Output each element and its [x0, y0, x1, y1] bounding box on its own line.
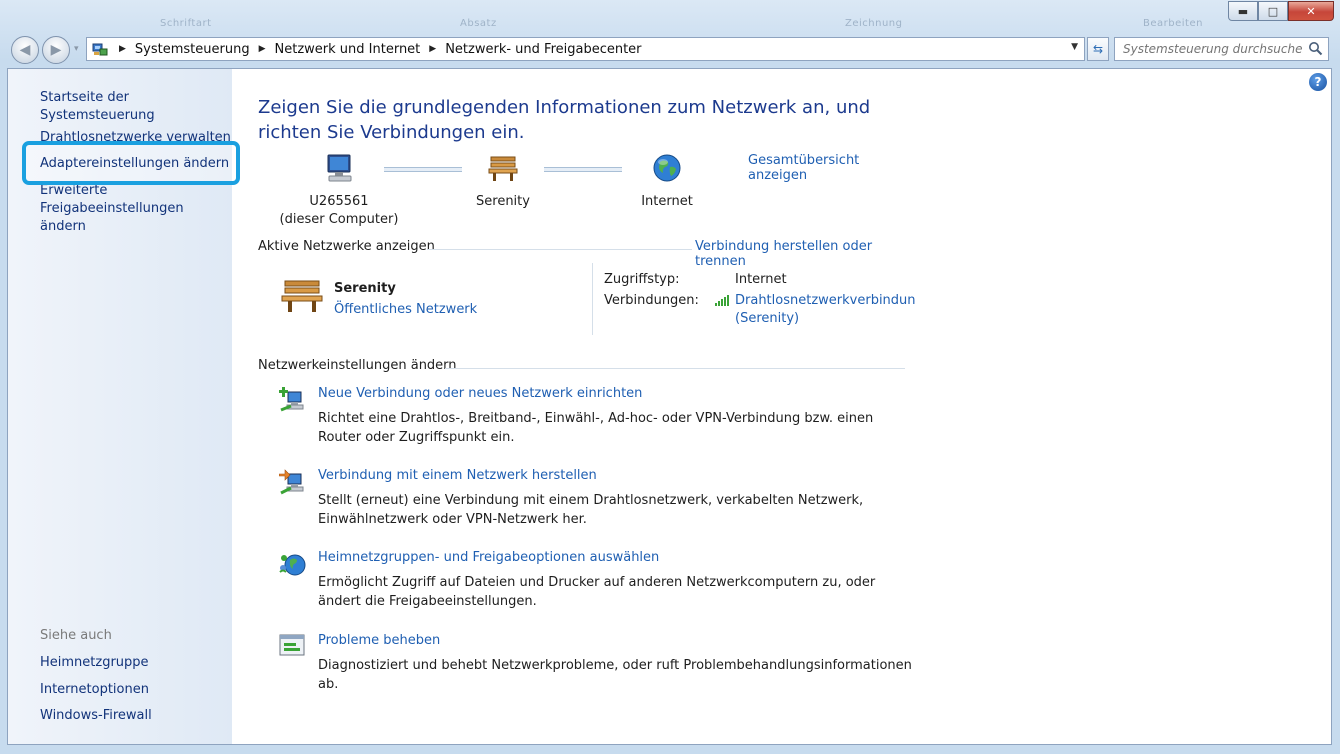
window-controls: ▬ □ ✕ — [1228, 1, 1334, 21]
access-type-label: Zugriffstyp: — [604, 272, 680, 287]
map-internet: Internet — [627, 153, 707, 211]
help-button[interactable]: ? — [1309, 73, 1327, 91]
network-name: Serenity — [476, 194, 530, 209]
task-new-connection-link[interactable]: Neue Verbindung oder neues Netzwerk einr… — [318, 386, 642, 401]
ghost-menu-item: Zeichnung — [845, 18, 903, 29]
minimize-button[interactable]: ▬ — [1228, 1, 1258, 21]
computer-icon — [279, 153, 399, 185]
computer-name: U265561 — [309, 194, 369, 209]
wireless-connection-link-ssid[interactable]: (Serenity) — [735, 311, 799, 326]
breadcrumb: ▶ Systemsteuerung ▶ Netzwerk und Interne… — [110, 42, 642, 57]
task-troubleshoot-desc: Diagnostiziert und behebt Netzwerkproble… — [318, 658, 912, 692]
map-network: Serenity — [463, 153, 543, 211]
homegroup-icon — [279, 550, 307, 578]
overview-link[interactable]: Gesamtübersicht anzeigen — [748, 153, 917, 183]
computer-subtitle: (dieser Computer) — [279, 212, 399, 227]
task-connect-network-link[interactable]: Verbindung mit einem Netzwerk herstellen — [318, 468, 597, 483]
breadcrumb-separator[interactable]: ▶ — [429, 44, 436, 54]
breadcrumb-separator[interactable]: ▶ — [119, 44, 126, 54]
search-icon[interactable] — [1308, 41, 1323, 60]
internet-label: Internet — [641, 194, 693, 209]
refresh-button[interactable]: ⇆ — [1087, 37, 1109, 61]
access-type-value: Internet — [735, 272, 787, 287]
bench-icon — [463, 153, 543, 185]
task-troubleshoot-link[interactable]: Probleme beheben — [318, 633, 440, 648]
content-area: Startseite der Systemsteuerung Drahtlosn… — [7, 68, 1332, 745]
control-panel-icon — [90, 40, 110, 58]
close-button[interactable]: ✕ — [1288, 1, 1334, 21]
breadcrumb-control-panel[interactable]: Systemsteuerung — [135, 42, 250, 57]
connections-label: Verbindungen: — [604, 293, 699, 308]
active-networks-heading: Aktive Netzwerke anzeigen — [258, 239, 435, 254]
section-divider — [445, 368, 905, 369]
page-title: Zeigen Sie die grundlegenden Information… — [258, 97, 871, 143]
network-bench-icon — [279, 277, 325, 319]
breadcrumb-network-internet[interactable]: Netzwerk und Internet — [275, 42, 421, 57]
task-new-connection-desc: Richtet eine Drahtlos-, Breitband-, Einw… — [318, 411, 874, 445]
main-panel: Zeigen Sie die grundlegenden Information… — [257, 69, 917, 744]
see-also-internet-options[interactable]: Internetoptionen — [40, 681, 149, 699]
window-frame: Schriftart Absatz Zeichnung Bearbeiten ▬… — [0, 0, 1340, 754]
new-connection-icon — [279, 386, 307, 414]
ghost-menu-item: Schriftart — [160, 18, 212, 29]
breadcrumb-separator[interactable]: ▶ — [259, 44, 266, 54]
network-settings-heading: Netzwerkeinstellungen ändern — [258, 358, 457, 373]
connect-network-icon — [278, 468, 307, 496]
signal-icon — [715, 294, 732, 311]
troubleshoot-icon — [279, 633, 307, 661]
sidebar: Startseite der Systemsteuerung Drahtlosn… — [8, 69, 240, 744]
sidebar-item-sharing[interactable]: Erweiterte Freigabeeinstellungen ändern — [40, 182, 225, 236]
task-homegroup-desc: Ermöglicht Zugriff auf Dateien und Druck… — [318, 575, 876, 609]
sidebar-item-adapter[interactable]: Adaptereinstellungen ändern — [40, 155, 229, 173]
map-computer: U265561 (dieser Computer) — [279, 153, 399, 229]
back-button[interactable]: ◀ — [11, 36, 39, 64]
search-box[interactable] — [1114, 37, 1329, 61]
task-connect-network-desc: Stellt (erneut) eine Verbindung mit eine… — [318, 493, 864, 527]
forward-button[interactable]: ▶ — [42, 36, 70, 64]
address-dropdown-icon[interactable]: ▼ — [1071, 42, 1078, 52]
see-also-firewall[interactable]: Windows-Firewall — [40, 707, 152, 725]
address-bar[interactable]: ▶ Systemsteuerung ▶ Netzwerk und Interne… — [86, 37, 1085, 61]
map-link-line — [544, 167, 622, 172]
section-divider — [427, 249, 692, 250]
see-also-homegroup[interactable]: Heimnetzgruppe — [40, 654, 149, 672]
sidebar-item-home[interactable]: Startseite der Systemsteuerung — [40, 89, 232, 125]
see-also-heading: Siehe auch — [40, 628, 112, 643]
wireless-connection-link[interactable]: Drahtlosnetzwerkverbindun — [735, 293, 916, 308]
globe-icon — [627, 153, 707, 185]
network-type-link[interactable]: Öffentliches Netzwerk — [334, 302, 477, 317]
connect-disconnect-link[interactable]: Verbindung herstellen oder trennen — [695, 239, 917, 269]
recent-pages-dropdown[interactable]: ▾ — [74, 44, 79, 54]
maximize-button[interactable]: □ — [1258, 1, 1288, 21]
ghost-menu-item: Absatz — [460, 18, 497, 29]
vertical-divider — [592, 263, 593, 335]
breadcrumb-network-center[interactable]: Netzwerk- und Freigabecenter — [445, 42, 641, 57]
map-link-line — [384, 167, 462, 172]
task-homegroup-link[interactable]: Heimnetzgruppen- und Freigabeoptionen au… — [318, 550, 659, 565]
search-input[interactable] — [1123, 42, 1303, 56]
active-network-name: Serenity — [334, 281, 396, 296]
ghost-menu-item: Bearbeiten — [1143, 18, 1203, 29]
